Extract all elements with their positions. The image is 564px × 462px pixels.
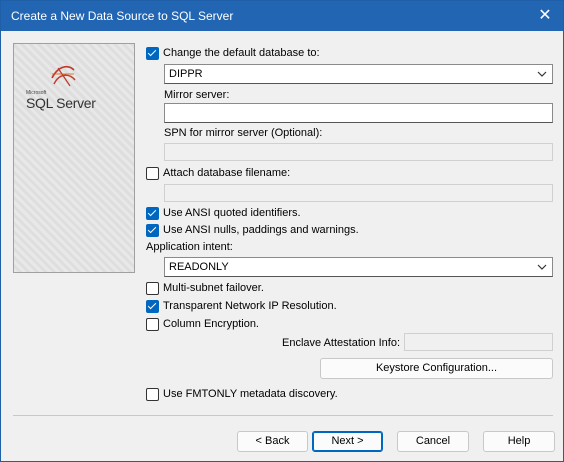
logo-product-text: SQL Server [26,95,96,111]
attach-db-input[interactable] [164,184,553,202]
app-intent-value: READONLY [169,261,229,273]
side-panel: Microsoft SQL Server [13,43,135,273]
footer-divider [13,415,553,416]
chevron-down-icon [537,71,547,77]
column-encryption-checkbox[interactable]: Column Encryption. [146,316,259,332]
ansi-quoted-label: Use ANSI quoted identifiers. [163,207,301,219]
sql-server-logo-icon [51,65,76,87]
enclave-input[interactable] [404,333,553,351]
keystore-configuration-button[interactable]: Keystore Configuration... [320,358,553,379]
next-button[interactable]: Next > [312,431,383,452]
database-value: DIPPR [169,68,203,80]
change-db-label: Change the default database to: [163,47,320,59]
attach-db-label: Attach database filename: [163,167,291,179]
title-bar: Create a New Data Source to SQL Server ✕ [1,1,563,31]
cancel-button[interactable]: Cancel [397,431,469,452]
mirror-server-input[interactable] [164,103,553,123]
ansi-quoted-check[interactable] [146,206,159,220]
ansi-nulls-check[interactable] [146,223,159,237]
tnir-checkbox[interactable]: Transparent Network IP Resolution. [146,298,337,314]
back-button[interactable]: < Back [237,431,308,452]
ansi-nulls-label: Use ANSI nulls, paddings and warnings. [163,224,359,236]
change-db-checkbox[interactable]: Change the default database to: [146,45,320,61]
database-combobox[interactable]: DIPPR [164,64,553,84]
window-title: Create a New Data Source to SQL Server [11,9,234,23]
spn-input[interactable] [164,143,553,161]
app-intent-label: Application intent: [146,241,233,253]
column-encryption-label: Column Encryption. [163,318,259,330]
fmtonly-check[interactable] [146,387,159,401]
help-button[interactable]: Help [483,431,555,452]
attach-db-check[interactable] [146,166,159,180]
mirror-server-label: Mirror server: [164,89,230,101]
multi-subnet-check[interactable] [146,281,159,295]
fmtonly-checkbox[interactable]: Use FMTONLY metadata discovery. [146,386,338,402]
change-db-check[interactable] [146,46,159,60]
attach-db-checkbox[interactable]: Attach database filename: [146,165,290,181]
spn-label: SPN for mirror server (Optional): [164,127,323,139]
column-encryption-check[interactable] [146,317,159,331]
chevron-down-icon [537,264,547,270]
app-intent-combobox[interactable]: READONLY [164,257,553,277]
enclave-label: Enclave Attestation Info: [282,337,401,349]
ansi-nulls-checkbox[interactable]: Use ANSI nulls, paddings and warnings. [146,222,359,238]
fmtonly-label: Use FMTONLY metadata discovery. [163,388,338,400]
tnir-label: Transparent Network IP Resolution. [163,300,337,312]
tnir-check[interactable] [146,299,159,313]
multi-subnet-checkbox[interactable]: Multi-subnet failover. [146,280,264,296]
close-icon: ✕ [538,7,552,24]
sql-server-logo: Microsoft SQL Server [24,60,114,111]
close-button[interactable]: ✕ [533,5,557,27]
dialog-window: Create a New Data Source to SQL Server ✕… [0,0,564,462]
ansi-quoted-checkbox[interactable]: Use ANSI quoted identifiers. [146,205,301,221]
multi-subnet-label: Multi-subnet failover. [163,282,264,294]
